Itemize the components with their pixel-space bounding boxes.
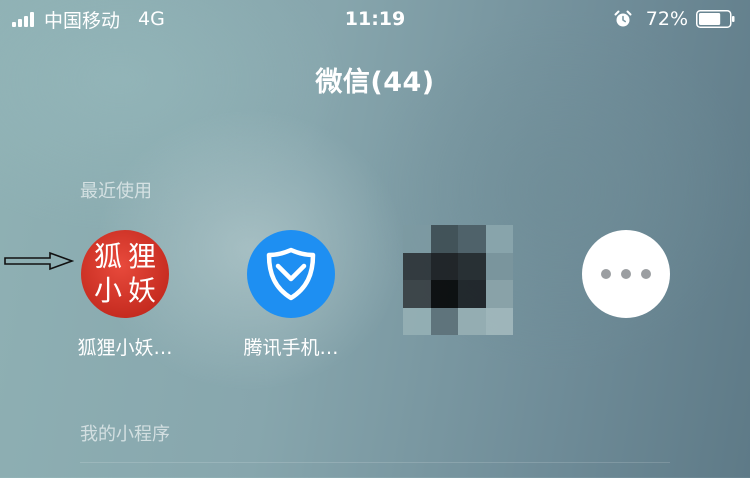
app-item-tencent[interactable]: 腾讯手机… [206,225,376,360]
app-item-more[interactable] [541,225,711,333]
alarm-icon [614,10,632,27]
mini-program-list-top [80,462,670,478]
shield-icon [266,247,316,301]
app-name-tencent[interactable]: 腾讯手机… [206,333,376,360]
fox-icon-char: 小 [93,274,122,307]
fox-icon-char: 狐 [93,240,122,273]
tencent-shield-icon[interactable] [247,230,335,318]
pixelated-app-icon[interactable] [403,225,513,335]
page-title: 微信(44) [315,67,435,98]
mine-section-label: 我的小程序 [80,424,170,445]
fox-icon-char: 狸 [127,240,156,273]
fox-app-icon[interactable]: 狐 狸 小 妖 [81,230,169,318]
app-item-pixelated[interactable] [373,225,543,350]
recent-section-label: 最近使用 [80,181,152,202]
battery-percent: 72% [645,8,688,30]
recent-apps-row: 狐 狸 小 妖 狐狸小妖… 腾讯手机… [0,225,750,365]
app-item-fox[interactable]: 狐 狸 小 妖 狐狸小妖… [40,225,210,360]
more-icon[interactable] [582,230,670,318]
status-right: 72% [614,8,736,30]
battery-icon [696,10,735,28]
fox-icon-char: 妖 [127,274,156,307]
status-bar: 中国移动 4G 11:19 72% [0,0,750,38]
app-name-fox[interactable]: 狐狸小妖… [40,333,210,360]
